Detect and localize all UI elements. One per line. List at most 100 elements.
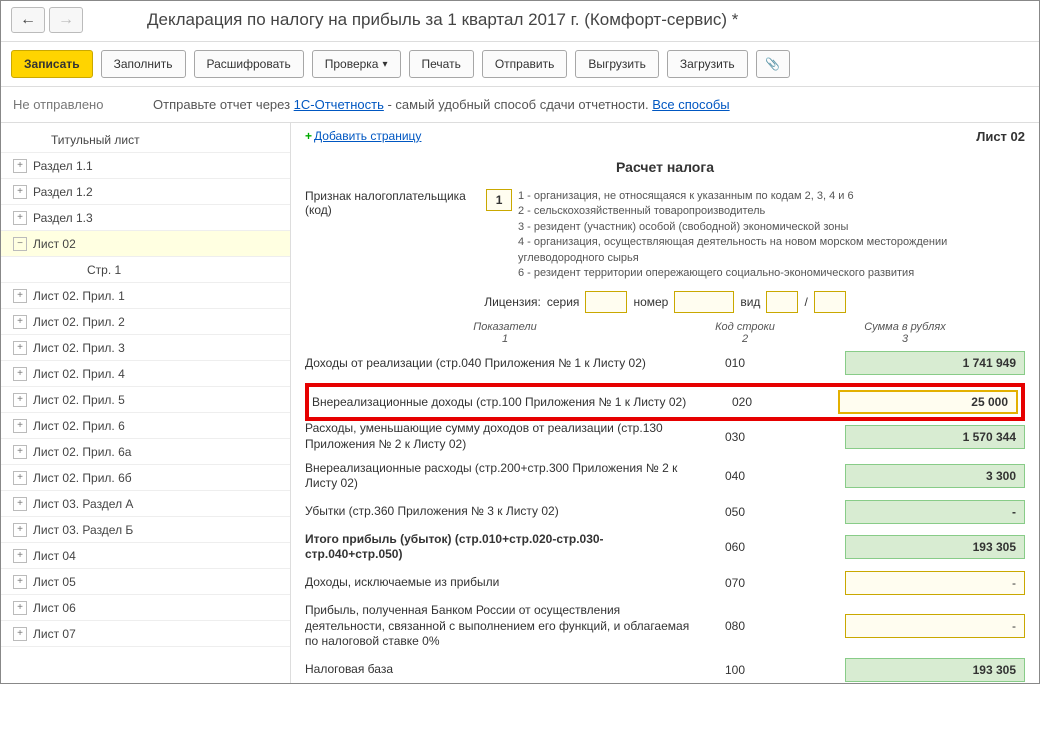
collapse-icon[interactable]: − xyxy=(13,237,27,251)
back-button[interactable]: ← xyxy=(11,7,45,33)
data-rows: Доходы от реализации (стр.040 Приложения… xyxy=(305,351,1025,681)
row-label: Внереализационные расходы (стр.200+стр.3… xyxy=(305,461,705,492)
tree-item-label: Лист 02. Прил. 6а xyxy=(33,445,131,459)
row-label: Итого прибыль (убыток) (стр.010+стр.020-… xyxy=(305,532,705,563)
license-serial-input[interactable] xyxy=(585,291,627,313)
value-cell[interactable] xyxy=(845,500,1025,524)
tree-item[interactable]: +Лист 02. Прил. 3 xyxy=(1,335,290,361)
value-cell[interactable]: 1 741 949 xyxy=(845,351,1025,375)
tree-item[interactable]: +Лист 02. Прил. 2 xyxy=(1,309,290,335)
add-page-link[interactable]: +Добавить страницу xyxy=(305,129,421,143)
expand-icon[interactable]: + xyxy=(13,341,27,355)
expand-icon[interactable]: + xyxy=(13,523,27,537)
expand-icon[interactable]: + xyxy=(13,471,27,485)
tree-item[interactable]: + Лист 03. Раздел А xyxy=(1,491,290,517)
tree-item[interactable]: + Раздел 1.1 xyxy=(1,153,290,179)
license-type1-input[interactable] xyxy=(766,291,798,313)
attachment-button[interactable]: 📎 xyxy=(756,50,790,78)
row-label: Убытки (стр.360 Приложения № 3 к Листу 0… xyxy=(305,504,705,520)
fill-button[interactable]: Заполнить xyxy=(101,50,186,78)
tree-item[interactable]: +Раздел 1.3 xyxy=(1,205,290,231)
expand-icon[interactable]: + xyxy=(13,419,27,433)
row-label: Доходы от реализации (стр.040 Приложения… xyxy=(305,356,705,372)
value-cell[interactable]: 3 300 xyxy=(845,464,1025,488)
header-bar: ← → Декларация по налогу на прибыль за 1… xyxy=(1,1,1039,42)
expand-icon[interactable]: + xyxy=(13,445,27,459)
license-number-input[interactable] xyxy=(674,291,734,313)
highlighted-row: Внереализационные доходы (стр.100 Прилож… xyxy=(305,383,1025,421)
hint-line: 2 - сельскохозяйственный товаропроизводи… xyxy=(518,204,1025,219)
sheet-content: +Добавить страницу Лист 02 Расчет налога… xyxy=(291,123,1039,683)
expand-icon[interactable]: + xyxy=(13,549,27,563)
send-button[interactable]: Отправить xyxy=(482,50,568,78)
tree-item[interactable]: + Лист 03. Раздел Б xyxy=(1,517,290,543)
tree-item[interactable]: +Лист 02. Прил. 1 xyxy=(1,283,290,309)
expand-icon[interactable]: + xyxy=(13,315,27,329)
column-headers: Показатели1 Код строки2 Сумма в рублях3 xyxy=(305,321,1025,345)
tree-item-label: Лист 04 xyxy=(33,549,76,563)
license-type2-input[interactable] xyxy=(814,291,846,313)
print-button[interactable]: Печать xyxy=(409,50,474,78)
tree-item-label: Лист 02 xyxy=(33,237,76,251)
value-cell[interactable]: 1 570 344 xyxy=(845,425,1025,449)
data-row: Расходы, уменьшающие сумму доходов от ре… xyxy=(305,421,1025,452)
tree-item[interactable]: +Лист 02. Прил. 5 xyxy=(1,387,290,413)
tree-item[interactable]: +Лист 02. Прил. 6 xyxy=(1,413,290,439)
tree-item[interactable]: + Лист 07 xyxy=(1,621,290,647)
expand-icon[interactable]: + xyxy=(13,393,27,407)
expand-icon[interactable]: + xyxy=(13,575,27,589)
tree-item[interactable]: −Лист 02 xyxy=(1,231,290,257)
all-methods-link[interactable]: Все способы xyxy=(652,97,729,112)
status-row: Не отправлено Отправьте отчет через 1С-О… xyxy=(1,87,1039,123)
value-cell[interactable]: 193 305 xyxy=(845,535,1025,559)
expand-icon[interactable]: + xyxy=(13,497,27,511)
row-code: 020 xyxy=(712,395,772,409)
expand-icon[interactable]: + xyxy=(13,159,27,173)
tree-item[interactable]: + Лист 04 xyxy=(1,543,290,569)
row-label: Расходы, уменьшающие сумму доходов от ре… xyxy=(305,421,705,452)
tree-item[interactable]: +Лист 05 xyxy=(1,569,290,595)
load-button[interactable]: Загрузить xyxy=(667,50,748,78)
unload-button[interactable]: Выгрузить xyxy=(575,50,659,78)
hint-line: 4 - организация, осуществляющая деятельн… xyxy=(518,235,1025,266)
expand-icon[interactable]: + xyxy=(13,627,27,641)
expand-icon[interactable]: + xyxy=(13,289,27,303)
expand-icon[interactable]: + xyxy=(13,211,27,225)
decipher-button[interactable]: Расшифровать xyxy=(194,50,304,78)
row-code: 080 xyxy=(705,619,765,633)
tree-item-label: Раздел 1.1 xyxy=(33,159,93,173)
tree-item-label: Лист 03. Раздел А xyxy=(33,497,133,511)
tree-item[interactable]: +Раздел 1.2 xyxy=(1,179,290,205)
row-code: 010 xyxy=(705,356,765,370)
row-code: 060 xyxy=(705,540,765,554)
value-cell[interactable] xyxy=(845,614,1025,638)
plus-icon: + xyxy=(305,129,312,143)
value-cell[interactable]: 193 305 xyxy=(845,658,1025,682)
data-row: Налоговая база100193 305 xyxy=(305,658,1025,682)
tree-item[interactable]: +Лист 02. Прил. 4 xyxy=(1,361,290,387)
expand-icon[interactable]: + xyxy=(13,367,27,381)
tree-item-label: Лист 03. Раздел Б xyxy=(33,523,133,537)
tree-item[interactable]: + Лист 02. Прил. 6а xyxy=(1,439,290,465)
tree-item[interactable]: +Лист 06 xyxy=(1,595,290,621)
tree-item[interactable]: +Стр. 1 xyxy=(1,257,290,283)
chevron-down-icon: ▾ xyxy=(382,59,387,70)
expand-icon[interactable]: + xyxy=(13,601,27,615)
write-button[interactable]: Записать xyxy=(11,50,93,78)
reporting-link[interactable]: 1С-Отчетность xyxy=(294,97,384,112)
taxpayer-sign-value[interactable]: 1 xyxy=(486,189,512,211)
forward-button[interactable]: → xyxy=(49,7,83,33)
license-row: Лицензия: серия номер вид / xyxy=(305,291,1025,313)
tree-item-label: Лист 07 xyxy=(33,627,76,641)
data-row: Итого прибыль (убыток) (стр.010+стр.020-… xyxy=(305,532,1025,563)
tree-item[interactable]: +Лист 02. Прил. 6б xyxy=(1,465,290,491)
tree-item-label: Титульный лист xyxy=(51,133,140,147)
value-cell[interactable]: 25 000 xyxy=(838,390,1018,414)
tree-item[interactable]: +Титульный лист xyxy=(1,127,290,153)
check-button[interactable]: Проверка▾ xyxy=(312,50,401,78)
section-tree[interactable]: +Титульный лист+Раздел 1.1+Раздел 1.2+Ра… xyxy=(1,123,291,683)
body-layout: +Титульный лист+Раздел 1.1+Раздел 1.2+Ра… xyxy=(1,123,1039,683)
value-cell[interactable] xyxy=(845,571,1025,595)
taxpayer-sign-label: Признак налогоплательщика (код) xyxy=(305,189,480,217)
expand-icon[interactable]: + xyxy=(13,185,27,199)
